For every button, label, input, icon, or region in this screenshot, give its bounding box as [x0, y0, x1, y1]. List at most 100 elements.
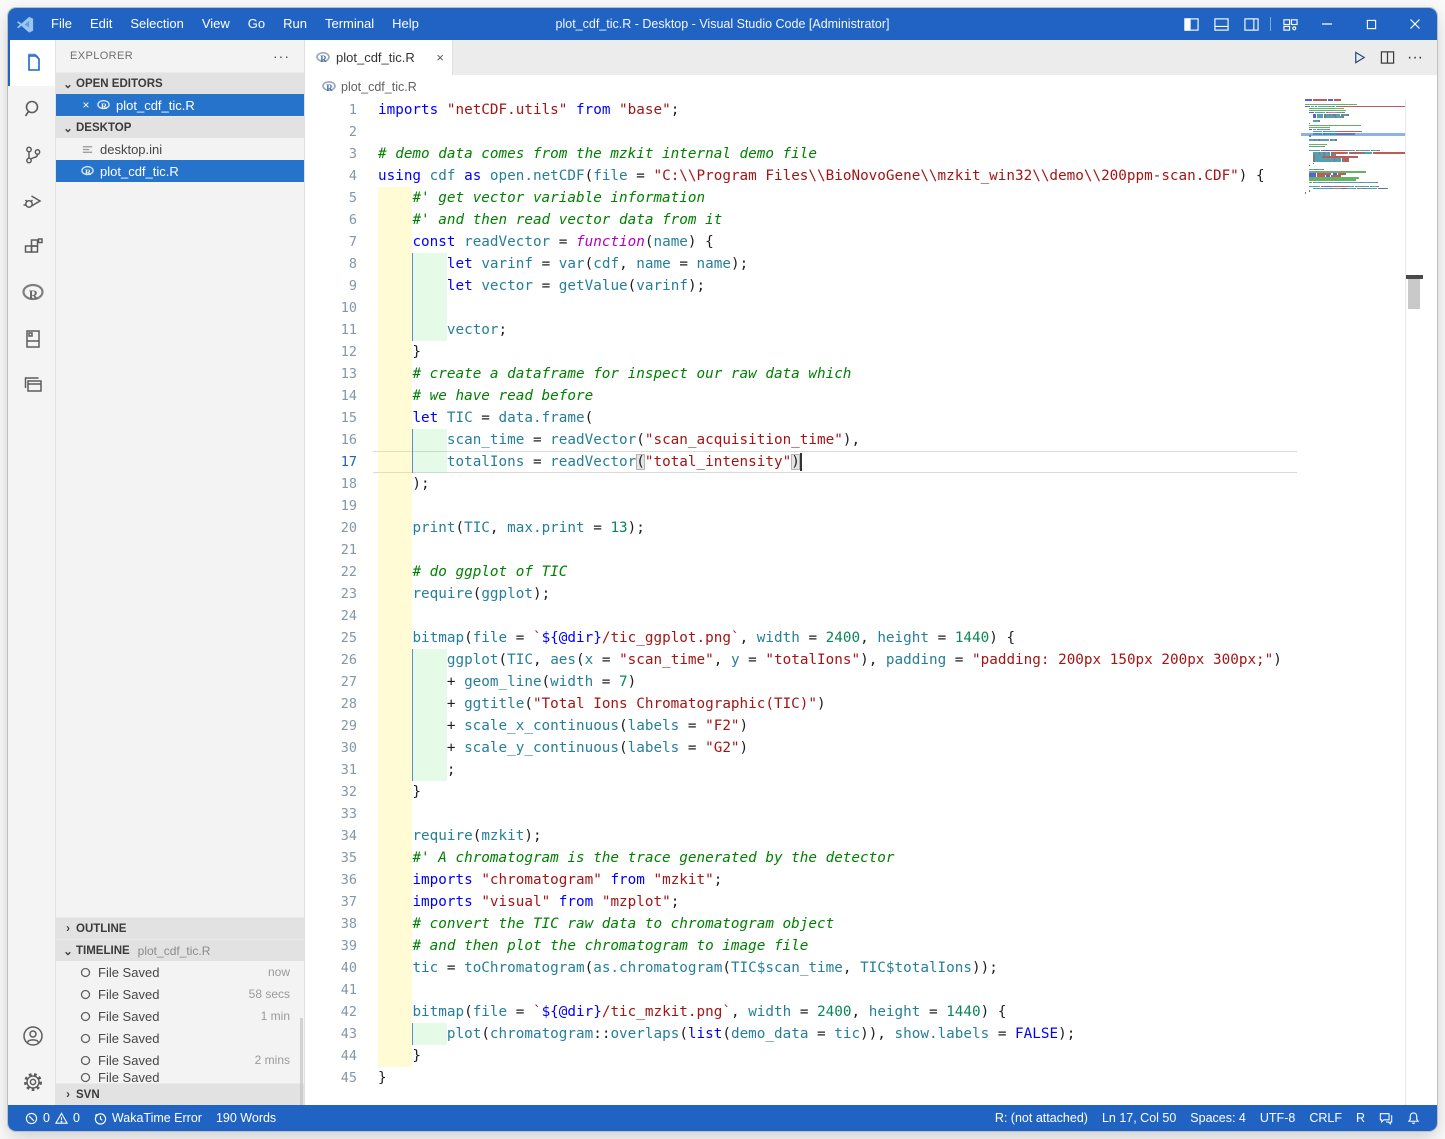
line-number: 2	[305, 121, 357, 143]
toggle-secondary-sidebar-icon[interactable]	[1236, 8, 1266, 40]
run-file-icon[interactable]	[1345, 44, 1373, 72]
code-editor[interactable]: 1imports "netCDF.utils" from "base";23# …	[305, 99, 1437, 1105]
code-line-8: 8 let varinf = var(cdf, name = name);	[305, 253, 1437, 275]
editor-more-actions-icon[interactable]: ···	[1401, 44, 1429, 72]
code-line-43: 43 plot(chromatogram::overlaps(list(demo…	[305, 1023, 1437, 1045]
warning-count: 0	[73, 1111, 80, 1125]
customize-layout-icon[interactable]	[1275, 8, 1305, 40]
code-text: let varinf = var(cdf, name = name);	[378, 253, 748, 275]
chevron-down-icon: ⌄	[60, 944, 76, 958]
scrollbar-thumb[interactable]	[1408, 279, 1420, 309]
code-text: const readVector = function(name) {	[378, 231, 714, 253]
code-text: }	[378, 341, 421, 363]
r-language-icon[interactable]: R	[8, 270, 55, 316]
account-icon[interactable]	[8, 1013, 55, 1059]
code-text: let TIC = data.frame(	[378, 407, 593, 429]
menu-edit[interactable]: Edit	[81, 8, 121, 40]
eol-status[interactable]: CRLF	[1302, 1111, 1349, 1125]
timeline-item[interactable]: File Saved	[56, 1071, 304, 1083]
menu-view[interactable]: View	[193, 8, 239, 40]
menu-selection[interactable]: Selection	[121, 8, 192, 40]
code-line-41: 41	[305, 979, 1437, 1001]
line-number: 21	[305, 539, 357, 561]
open-editor-item[interactable]: ×Rplot_cdf_tic.R	[56, 94, 304, 116]
language-mode-status[interactable]: R	[1349, 1111, 1372, 1125]
cursor-position-status[interactable]: Ln 17, Col 50	[1095, 1111, 1183, 1125]
code-text: ggplot(TIC, aes(x = "scan_time", y = "to…	[378, 649, 1282, 671]
maximize-button[interactable]	[1349, 8, 1393, 40]
line-number: 43	[305, 1023, 357, 1045]
code-line-16: 16 scan_time = readVector("scan_acquisit…	[305, 429, 1437, 451]
code-text: }	[378, 1045, 421, 1067]
sidebar-scrollbar[interactable]	[300, 1018, 303, 1105]
code-line-22: 22 # do ggplot of TIC	[305, 561, 1437, 583]
menu-go[interactable]: Go	[239, 8, 274, 40]
explorer-icon[interactable]	[8, 40, 55, 86]
indentation-status[interactable]: Spaces: 4	[1183, 1111, 1253, 1125]
code-text: require(ggplot);	[378, 583, 550, 605]
chevron-right-icon: ›	[60, 923, 76, 935]
feedback-icon[interactable]	[1372, 1112, 1400, 1125]
desktop-folder-header[interactable]: ⌄ DESKTOP	[56, 116, 304, 138]
search-icon[interactable]	[8, 86, 55, 132]
toggle-panel-icon[interactable]	[1206, 8, 1236, 40]
file-item-plot_cdf_tic-R[interactable]: Rplot_cdf_tic.R	[56, 160, 304, 182]
menu-help[interactable]: Help	[383, 8, 428, 40]
source-control-icon[interactable]	[8, 132, 55, 178]
timeline-item[interactable]: File Saved1 min	[56, 1005, 304, 1027]
notifications-bell-icon[interactable]	[1400, 1111, 1427, 1125]
close-editor-icon[interactable]: ×	[78, 98, 94, 112]
line-number: 3	[305, 143, 357, 165]
history-circle-icon	[80, 1033, 91, 1044]
minimap[interactable]	[1305, 99, 1405, 194]
code-text: # we have read before	[378, 385, 593, 407]
split-editor-icon[interactable]	[1373, 44, 1401, 72]
word-count-status[interactable]: 190 Words	[209, 1111, 283, 1125]
code-line-17: 17 totalIons = readVector("total_intensi…	[305, 451, 1437, 473]
r-file-icon: R	[315, 51, 331, 65]
line-number: 15	[305, 407, 357, 429]
windows-stack-icon[interactable]	[8, 362, 55, 408]
minimize-button[interactable]	[1305, 8, 1349, 40]
file-item-desktop-ini[interactable]: desktop.ini	[56, 138, 304, 160]
notebook-icon[interactable]	[8, 316, 55, 362]
timeline-item[interactable]: File Saved	[56, 1027, 304, 1049]
timeline-item[interactable]: File Savednow	[56, 961, 304, 983]
timeline-header[interactable]: ⌄ TIMELINE plot_cdf_tic.R	[56, 939, 304, 961]
tab-label: plot_cdf_tic.R	[336, 50, 415, 65]
timeline-item[interactable]: File Saved2 mins	[56, 1049, 304, 1071]
tab-close-icon[interactable]: ×	[436, 50, 444, 65]
line-number: 22	[305, 561, 357, 583]
code-text: imports "netCDF.utils" from "base";	[378, 99, 679, 121]
r-session-status[interactable]: R: (not attached)	[988, 1111, 1095, 1125]
vscode-window: FileEditSelectionViewGoRunTerminalHelp p…	[8, 8, 1437, 1131]
timeline-item[interactable]: File Saved58 secs	[56, 983, 304, 1005]
explorer-more-actions[interactable]: ···	[273, 48, 290, 64]
indent-guide	[412, 297, 413, 319]
titlebar-separator	[1270, 17, 1271, 31]
settings-gear-icon[interactable]	[8, 1059, 55, 1105]
menu-terminal[interactable]: Terminal	[316, 8, 383, 40]
r-file-icon: R	[94, 99, 112, 112]
editor-scrollbar[interactable]	[1405, 99, 1423, 1105]
run-debug-icon[interactable]	[8, 178, 55, 224]
line-number: 36	[305, 869, 357, 891]
code-text: print(TIC, max.print = 13);	[378, 517, 645, 539]
open-editors-header[interactable]: ⌄ OPEN EDITORS	[56, 72, 304, 94]
code-line-26: 26 ggplot(TIC, aes(x = "scan_time", y = …	[305, 649, 1437, 671]
toggle-sidebar-icon[interactable]	[1176, 8, 1206, 40]
wakatime-status[interactable]: WakaTime Error	[87, 1111, 209, 1125]
outline-header[interactable]: › OUTLINE	[56, 917, 304, 939]
svn-header[interactable]: › SVN	[56, 1083, 304, 1105]
menu-run[interactable]: Run	[274, 8, 316, 40]
encoding-status[interactable]: UTF-8	[1253, 1111, 1302, 1125]
tab-plot-cdf-tic[interactable]: R plot_cdf_tic.R ×	[305, 40, 453, 75]
problems-status[interactable]: 0 0	[18, 1111, 87, 1125]
code-text: require(mzkit);	[378, 825, 542, 847]
line-number: 17	[305, 451, 357, 473]
extensions-icon[interactable]	[8, 224, 55, 270]
breadcrumb[interactable]: R plot_cdf_tic.R	[305, 75, 1437, 99]
close-button[interactable]	[1393, 8, 1437, 40]
menu-file[interactable]: File	[42, 8, 81, 40]
code-text: }	[378, 1067, 387, 1089]
